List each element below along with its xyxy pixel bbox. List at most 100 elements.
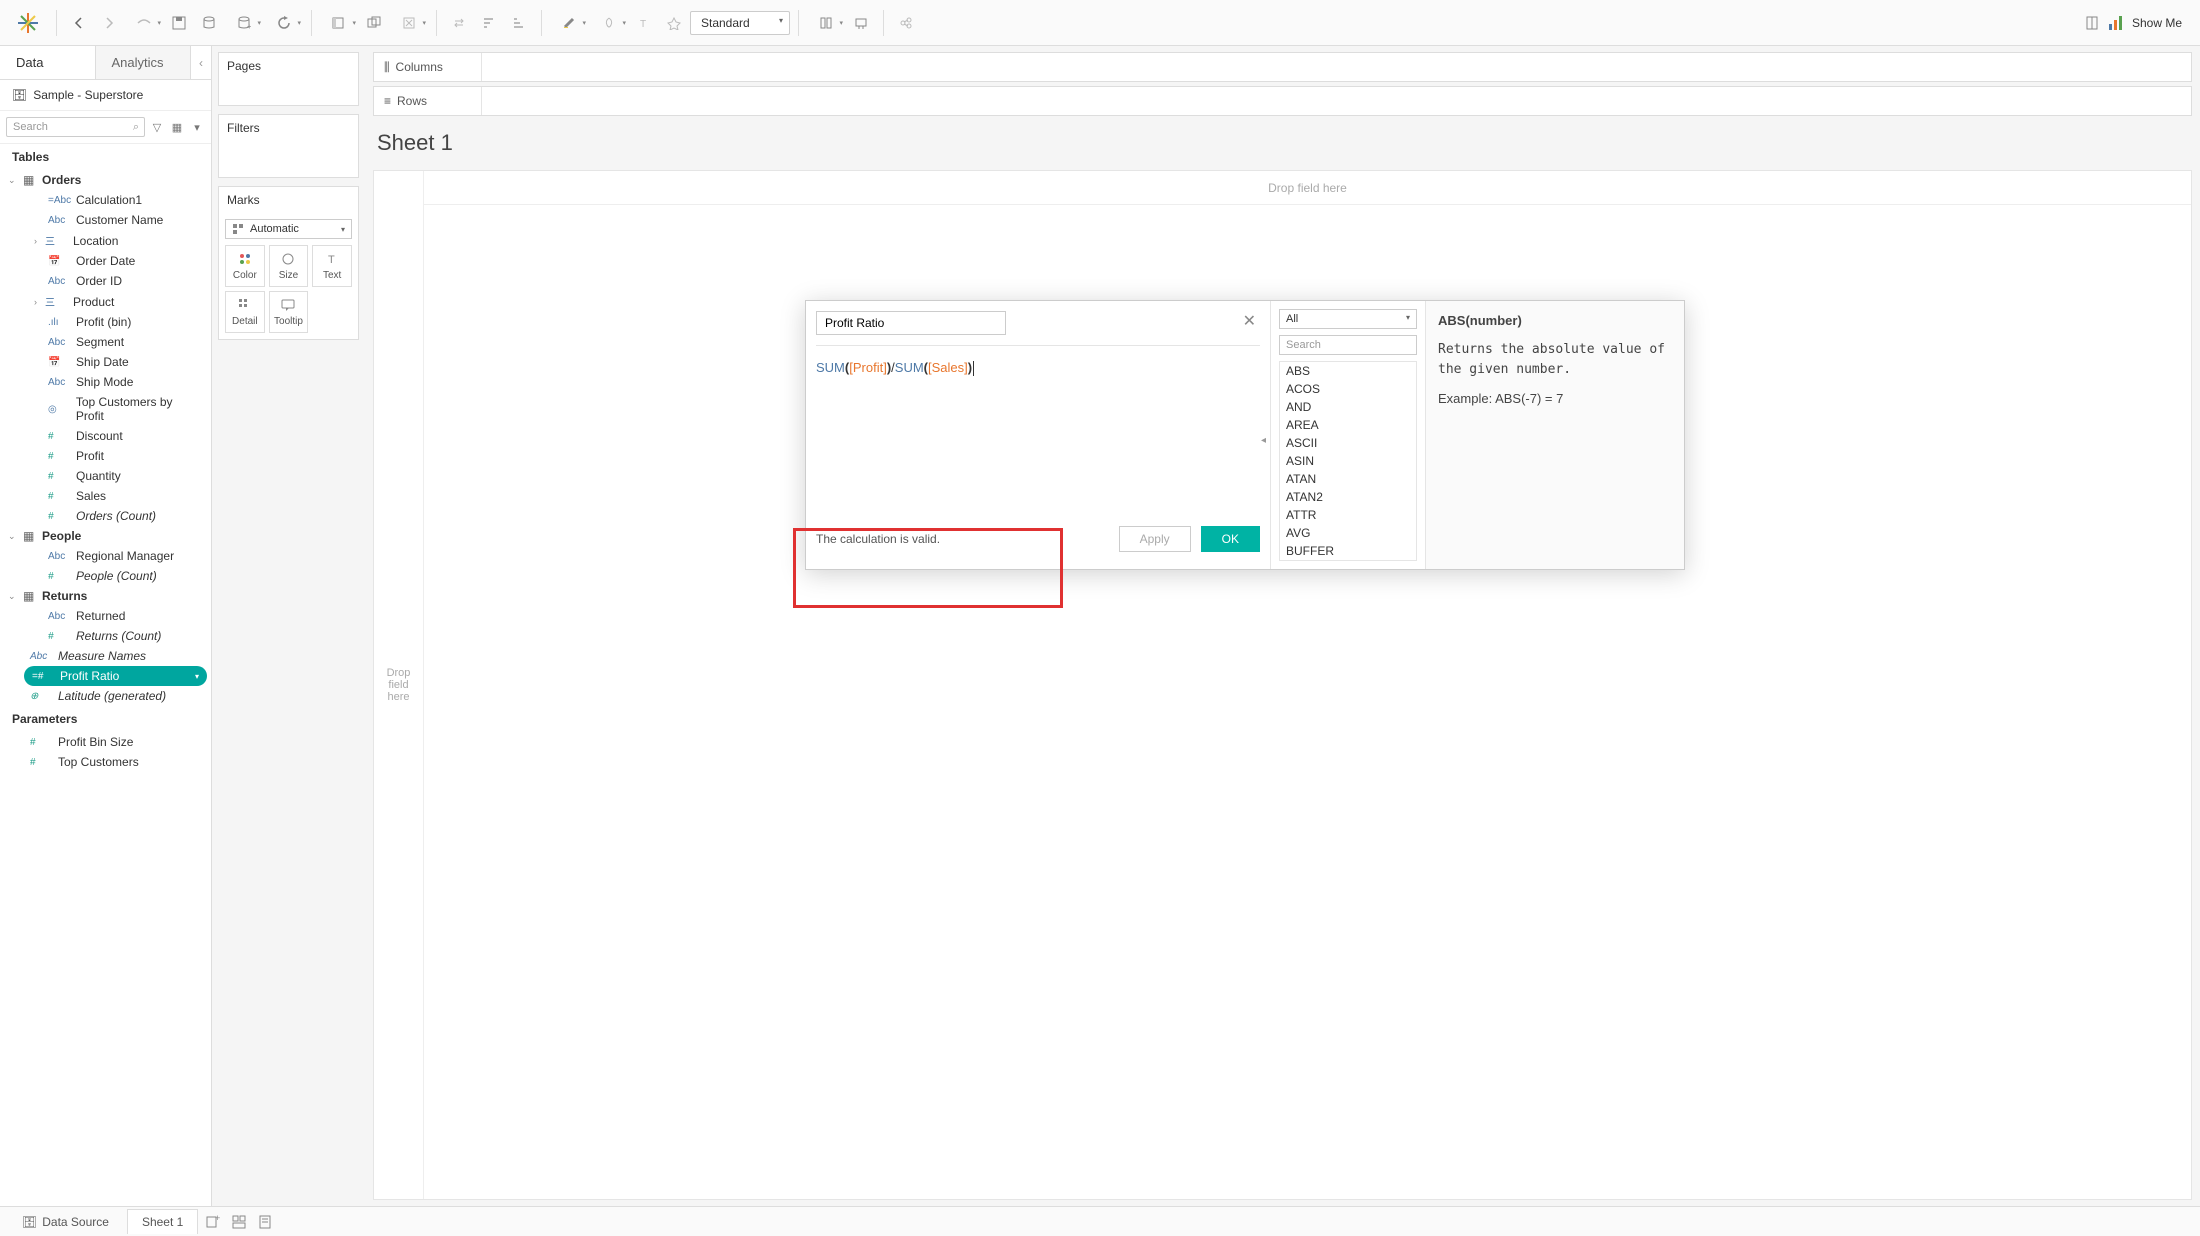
sort-desc-button[interactable] <box>505 9 533 37</box>
fit-select[interactable]: Standard <box>690 11 790 35</box>
function-item[interactable]: ATAN2 <box>1280 488 1416 506</box>
view-toggle-icon[interactable]: ▦ <box>169 119 185 135</box>
clear-button[interactable] <box>390 9 428 37</box>
back-button[interactable] <box>65 9 93 37</box>
rows-shelf[interactable]: ≡Rows <box>373 86 2192 116</box>
field-row[interactable]: ⊕Latitude (generated) <box>0 686 211 706</box>
close-dialog-button[interactable]: ✕ <box>1243 311 1256 331</box>
marks-detail-button[interactable]: Detail <box>225 291 265 333</box>
new-sheet-button[interactable] <box>320 9 358 37</box>
field-search-input[interactable]: Search ⌕ <box>6 117 145 137</box>
tab-analytics[interactable]: Analytics <box>96 46 192 79</box>
field-row[interactable]: AbcMeasure Names <box>0 646 211 666</box>
refresh-button[interactable] <box>265 9 303 37</box>
function-item[interactable]: AND <box>1280 398 1416 416</box>
function-item[interactable]: AREA <box>1280 416 1416 434</box>
field-row[interactable]: #People (Count) <box>0 566 211 586</box>
field-row[interactable]: #Returns (Count) <box>0 626 211 646</box>
field-row[interactable]: #Profit <box>0 446 211 466</box>
tableau-logo-icon <box>16 11 40 35</box>
function-item[interactable]: ATAN <box>1280 470 1416 488</box>
save-button[interactable] <box>165 9 193 37</box>
calc-formula-editor[interactable]: SUM([Profit])/SUM([Sales]) <box>806 346 1270 516</box>
field-row[interactable]: 📅Ship Date <box>0 352 211 372</box>
share-button[interactable] <box>892 9 920 37</box>
function-item[interactable]: ASCII <box>1280 434 1416 452</box>
function-category-select[interactable]: All <box>1279 309 1417 329</box>
field-row[interactable]: #Profit Bin Size <box>0 732 211 752</box>
field-type-icon: Abc <box>48 215 70 226</box>
worksheet-area: ⫼Columns ≡Rows Sheet 1 Drop field here D… <box>365 46 2200 1206</box>
function-item[interactable]: AVG <box>1280 524 1416 542</box>
field-row[interactable]: AbcSegment <box>0 332 211 352</box>
field-row[interactable]: #Orders (Count) <box>0 506 211 526</box>
calc-name-input[interactable] <box>816 311 1006 335</box>
table-group-row[interactable]: ⌄▦People <box>0 526 211 546</box>
field-row[interactable]: AbcCustomer Name <box>0 210 211 230</box>
field-row[interactable]: =#Profit Ratio <box>24 666 207 686</box>
ok-button[interactable]: OK <box>1201 526 1260 552</box>
group-button[interactable] <box>590 9 628 37</box>
field-row[interactable]: AbcRegional Manager <box>0 546 211 566</box>
tab-data[interactable]: Data <box>0 46 96 79</box>
field-row[interactable]: #Discount <box>0 426 211 446</box>
function-item[interactable]: BUFFER <box>1280 542 1416 560</box>
table-group-row[interactable]: ⌄▦Returns <box>0 586 211 606</box>
filter-icon[interactable]: ▽ <box>149 119 165 135</box>
field-row[interactable]: ›㆔Product <box>0 291 211 312</box>
new-worksheet-tab-button[interactable]: + <box>202 1211 224 1233</box>
tab-data-source[interactable]: 🗄Data Source <box>8 1209 123 1234</box>
apply-button[interactable]: Apply <box>1119 526 1191 552</box>
function-item[interactable]: ABS <box>1280 362 1416 380</box>
new-dashboard-tab-button[interactable] <box>228 1211 250 1233</box>
sheet-title[interactable]: Sheet 1 <box>373 120 2192 166</box>
calc-status-text: The calculation is valid. <box>816 532 1109 546</box>
field-row[interactable]: #Quantity <box>0 466 211 486</box>
collapse-sidebar-button[interactable]: ‹ <box>191 46 211 79</box>
duplicate-button[interactable] <box>360 9 388 37</box>
labels-button[interactable]: T <box>630 9 658 37</box>
function-item[interactable]: ACOS <box>1280 380 1416 398</box>
field-row[interactable]: ◎Top Customers by Profit <box>0 392 211 426</box>
field-row[interactable]: ›㆔Location <box>0 230 211 251</box>
pin-button[interactable] <box>660 9 688 37</box>
marks-color-button[interactable]: Color <box>225 245 265 287</box>
forward-button[interactable] <box>95 9 123 37</box>
field-row[interactable]: 📅Order Date <box>0 251 211 271</box>
marks-size-button[interactable]: Size <box>269 245 309 287</box>
undo-button[interactable] <box>125 9 163 37</box>
filters-card[interactable]: Filters <box>218 114 359 178</box>
new-story-tab-button[interactable] <box>254 1211 276 1233</box>
function-item[interactable]: ATTR <box>1280 506 1416 524</box>
function-item[interactable]: ASIN <box>1280 452 1416 470</box>
field-row[interactable]: .ılıProfit (bin) <box>0 312 211 332</box>
field-row[interactable]: AbcReturned <box>0 606 211 626</box>
show-me-button[interactable]: Show Me <box>2072 5 2192 41</box>
marks-tooltip-button[interactable]: Tooltip <box>269 291 309 333</box>
new-datasource-button[interactable] <box>195 9 223 37</box>
marks-text-button[interactable]: TText <box>312 245 352 287</box>
swap-button[interactable] <box>445 9 473 37</box>
marks-type-select[interactable]: Automatic <box>225 219 352 239</box>
field-row[interactable]: =AbcCalculation1 <box>0 190 211 210</box>
show-me-label: Show Me <box>2132 16 2182 30</box>
pages-card[interactable]: Pages <box>218 52 359 106</box>
field-row[interactable]: AbcShip Mode <box>0 372 211 392</box>
field-row[interactable]: #Top Customers <box>0 752 211 772</box>
function-list[interactable]: ABSACOSANDAREAASCIIASINATANATAN2ATTRAVGB… <box>1279 361 1417 561</box>
datasource-row[interactable]: 🗄 Sample - Superstore <box>0 80 211 111</box>
tab-sheet-1[interactable]: Sheet 1 <box>127 1209 198 1234</box>
collapse-helper-button[interactable]: ◂ <box>1261 435 1266 446</box>
columns-shelf[interactable]: ⫼Columns <box>373 52 2192 82</box>
function-search-input[interactable]: Search <box>1279 335 1417 355</box>
highlight-button[interactable] <box>550 9 588 37</box>
svg-text:T: T <box>328 254 335 266</box>
cards-button[interactable] <box>807 9 845 37</box>
sort-asc-button[interactable] <box>475 9 503 37</box>
menu-icon[interactable]: ▾ <box>189 119 205 135</box>
field-row[interactable]: #Sales <box>0 486 211 506</box>
field-row[interactable]: AbcOrder ID <box>0 271 211 291</box>
new-worksheet-button[interactable]: + <box>225 9 263 37</box>
table-group-row[interactable]: ⌄▦Orders <box>0 170 211 190</box>
presentation-button[interactable] <box>847 9 875 37</box>
